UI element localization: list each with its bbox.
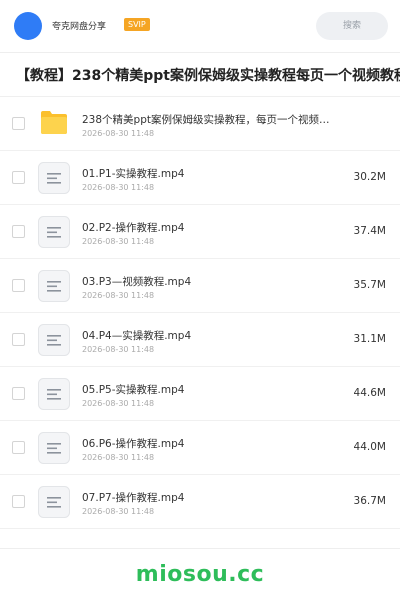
- file-size: 37.4M: [353, 225, 386, 237]
- document-icon: [38, 432, 70, 464]
- file-name[interactable]: 06.P6-操作教程.mp4: [82, 436, 352, 451]
- select-checkbox[interactable]: [12, 495, 25, 508]
- file-size: 44.6M: [353, 387, 386, 399]
- file-row[interactable]: 04.P4—实操教程.mp4 2026-08-30 11:48 31.1M: [0, 313, 400, 367]
- file-name[interactable]: 238个精美ppt案例保姆级实操教程，每页一个视频…: [82, 112, 352, 127]
- file-date: 2026-08-30 11:48: [82, 291, 155, 300]
- file-size: 35.7M: [353, 279, 386, 291]
- select-checkbox[interactable]: [12, 387, 25, 400]
- file-row[interactable]: 01.P1-实操教程.mp4 2026-08-30 11:48 30.2M: [0, 151, 400, 205]
- select-checkbox[interactable]: [12, 333, 25, 346]
- file-date: 2026-08-30 11:48: [82, 345, 155, 354]
- file-name[interactable]: 05.P5-实操教程.mp4: [82, 382, 352, 397]
- document-icon: [38, 216, 70, 248]
- file-list: 238个精美ppt案例保姆级实操教程，每页一个视频… 2026-08-30 11:…: [0, 97, 400, 529]
- avatar[interactable]: [14, 12, 42, 40]
- file-row[interactable]: 05.P5-实操教程.mp4 2026-08-30 11:48 44.6M: [0, 367, 400, 421]
- select-checkbox[interactable]: [12, 171, 25, 184]
- document-icon: [38, 270, 70, 302]
- file-date: 2026-08-30 11:48: [82, 507, 155, 516]
- file-name[interactable]: 04.P4—实操教程.mp4: [82, 328, 352, 343]
- file-size: 31.1M: [353, 333, 386, 345]
- file-size: 30.2M: [353, 171, 386, 183]
- file-name[interactable]: 01.P1-实操教程.mp4: [82, 166, 352, 181]
- file-date: 2026-08-30 11:48: [82, 453, 155, 462]
- select-checkbox[interactable]: [12, 117, 25, 130]
- share-title: 【教程】238个精美ppt案例保姆级实操教程每页一个视频教程: [16, 68, 400, 84]
- file-date: 2026-08-30 11:48: [82, 183, 155, 192]
- file-row[interactable]: 03.P3—视频教程.mp4 2026-08-30 11:48 35.7M: [0, 259, 400, 313]
- file-date: 2026-08-30 11:48: [82, 399, 155, 408]
- divider: [0, 548, 400, 549]
- select-checkbox[interactable]: [12, 225, 25, 238]
- folder-row[interactable]: 238个精美ppt案例保姆级实操教程，每页一个视频… 2026-08-30 11:…: [0, 97, 400, 151]
- file-name[interactable]: 03.P3—视频教程.mp4: [82, 274, 352, 289]
- file-name[interactable]: 07.P7-操作教程.mp4: [82, 490, 352, 505]
- document-icon: [38, 324, 70, 356]
- file-row[interactable]: 06.P6-操作教程.mp4 2026-08-30 11:48 44.0M: [0, 421, 400, 475]
- username: 夸克网盘分享: [52, 22, 107, 32]
- search-button[interactable]: 搜索: [316, 12, 388, 40]
- header: 夸克网盘分享 SVIP 搜索: [0, 0, 400, 52]
- file-date: 2026-08-30 11:48: [82, 129, 155, 138]
- folder-icon: [40, 109, 68, 135]
- document-icon: [38, 378, 70, 410]
- document-icon: [38, 486, 70, 518]
- document-icon: [38, 162, 70, 194]
- select-checkbox[interactable]: [12, 279, 25, 292]
- brand-logo: miosou.cc: [135, 562, 265, 587]
- file-size: 36.7M: [353, 495, 386, 507]
- file-row[interactable]: 02.P2-操作教程.mp4 2026-08-30 11:48 37.4M: [0, 205, 400, 259]
- file-size: 44.0M: [353, 441, 386, 453]
- file-name[interactable]: 02.P2-操作教程.mp4: [82, 220, 352, 235]
- file-date: 2026-08-30 11:48: [82, 237, 155, 246]
- select-checkbox[interactable]: [12, 441, 25, 454]
- svip-badge: SVIP: [124, 18, 150, 31]
- file-row[interactable]: 07.P7-操作教程.mp4 2026-08-30 11:48 36.7M: [0, 475, 400, 529]
- divider: [0, 52, 400, 53]
